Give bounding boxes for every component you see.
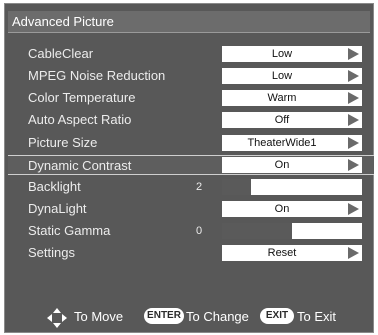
slider-fill [222,223,292,239]
arrow-right-icon[interactable] [346,246,360,260]
row-label: CableClear [28,46,94,61]
arrow-right-icon[interactable] [346,47,360,61]
value-selector[interactable]: On [222,157,362,173]
row-label: Auto Aspect Ratio [28,112,132,127]
menu-row-static-gamma[interactable]: Static Gamma 0 [8,221,374,241]
arrow-right-icon[interactable] [346,113,360,127]
arrow-right-icon[interactable] [346,69,360,83]
footer-hints: To Move ENTER To Change EXIT To Exit [8,303,374,329]
slider-fill [222,179,252,195]
row-label: MPEG Noise Reduction [28,68,166,83]
static-gamma-slider[interactable] [222,223,362,239]
value-selector[interactable]: Reset [222,245,362,261]
row-label: Picture Size [28,135,98,150]
menu-title: Advanced Picture [8,11,370,33]
static-gamma-value: 0 [196,225,203,237]
value-selector[interactable]: Low [222,68,362,84]
value-text: On [274,203,290,215]
arrow-right-icon[interactable] [346,136,360,150]
value-text: TheaterWide1 [247,137,317,149]
move-arrows-icon [47,308,67,328]
enter-key-badge: ENTER [144,308,184,324]
menu-row-dynamic-contrast[interactable]: Dynamic Contrast On [8,155,374,175]
row-label: Settings [28,245,75,260]
backlight-value: 2 [196,181,203,193]
menu-row-picture-size[interactable]: Picture Size TheaterWide1 [8,133,374,153]
exit-hint: To Exit [297,309,337,324]
row-label: Color Temperature [28,90,136,105]
value-selector[interactable]: TheaterWide1 [222,135,362,151]
menu-row-mpeg-noise-reduction[interactable]: MPEG Noise Reduction Low [8,66,374,86]
arrow-right-icon[interactable] [346,158,360,172]
row-label: Dynamic Contrast [28,158,132,173]
value-text: Low [271,48,293,60]
arrow-right-icon[interactable] [346,91,360,105]
menu-row-auto-aspect-ratio[interactable]: Auto Aspect Ratio Off [8,110,374,130]
value-text: Reset [267,247,297,259]
value-selector[interactable]: Warm [222,90,362,106]
arrow-right-icon[interactable] [346,202,360,216]
value-text: Off [274,114,290,126]
value-selector[interactable]: Low [222,46,362,62]
menu-row-cableclear[interactable]: CableClear Low [8,44,374,64]
change-hint: To Change [186,309,249,324]
menu-row-settings[interactable]: Settings Reset [8,243,374,263]
exit-key-badge: EXIT [260,308,294,324]
menu-row-color-temperature[interactable]: Color Temperature Warm [8,88,374,108]
backlight-slider[interactable] [222,179,362,195]
row-label: DynaLight [28,201,87,216]
menu-row-backlight[interactable]: Backlight 2 [8,177,374,197]
row-label: Backlight [28,179,81,194]
value-text: Low [271,70,293,82]
value-text: On [274,159,290,171]
value-text: Warm [267,92,297,104]
move-hint: To Move [74,309,124,324]
value-selector[interactable]: On [222,201,362,217]
value-selector[interactable]: Off [222,112,362,128]
row-label: Static Gamma [28,223,111,238]
menu-row-dynalight[interactable]: DynaLight On [8,199,374,219]
